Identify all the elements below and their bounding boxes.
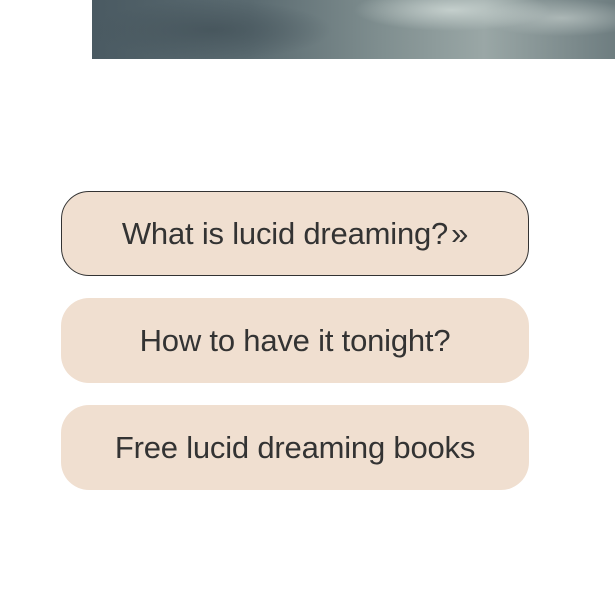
page: What is lucid dreaming?» How to have it … xyxy=(0,0,615,615)
free-lucid-dreaming-books-button[interactable]: Free lucid dreaming books xyxy=(61,405,529,490)
what-is-lucid-dreaming-button[interactable]: What is lucid dreaming?» xyxy=(61,191,529,276)
how-to-have-it-tonight-button[interactable]: How to have it tonight? xyxy=(61,298,529,383)
free-lucid-dreaming-books-label: Free lucid dreaming books xyxy=(114,429,476,465)
topic-menu: What is lucid dreaming?» How to have it … xyxy=(61,191,529,512)
header-cloud-image xyxy=(92,0,615,59)
double-chevron-right-icon: » xyxy=(451,215,469,251)
what-is-lucid-dreaming-label: What is lucid dreaming? xyxy=(121,215,449,251)
how-to-have-it-tonight-label: How to have it tonight? xyxy=(139,322,451,358)
